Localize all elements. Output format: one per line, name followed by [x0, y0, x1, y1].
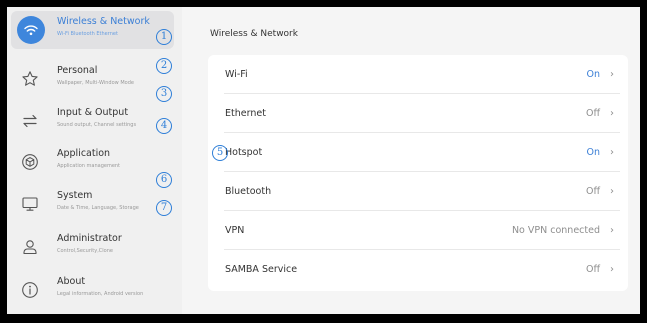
sidebar-item-title: Administrator	[57, 233, 122, 244]
sidebar-item-wireless-network[interactable]: Wireless & Network Wi-Fi Bluetooth Ether…	[11, 11, 174, 49]
row-value: Off	[585, 186, 600, 197]
callout-marker-5: 5	[212, 145, 228, 161]
chevron-right-icon: ›	[610, 69, 614, 80]
settings-row-bluetooth[interactable]: Bluetooth Off ›	[208, 172, 628, 211]
sidebar: Wireless & Network Wi-Fi Bluetooth Ether…	[7, 7, 182, 314]
row-label: Wi-Fi	[225, 69, 248, 80]
swap-arrows-icon	[19, 110, 41, 132]
sidebar-item-personal[interactable]: Personal Wallpaper, Multi-Window Mode	[11, 60, 174, 98]
wifi-icon	[17, 16, 45, 44]
sidebar-item-title: Input & Output	[57, 107, 129, 118]
row-value: Off	[585, 264, 600, 275]
chevron-right-icon: ›	[610, 147, 614, 158]
sidebar-item-title: Personal	[57, 65, 98, 76]
sidebar-item-subtitle: Date & Time, Language, Storage	[57, 205, 139, 211]
chevron-right-icon: ›	[610, 264, 614, 275]
row-label: Ethernet	[225, 108, 266, 119]
callout-marker-4: 4	[156, 118, 172, 134]
settings-row-wifi[interactable]: Wi-Fi On ›	[208, 55, 628, 94]
star-icon	[19, 68, 41, 90]
chevron-right-icon: ›	[610, 186, 614, 197]
settings-screen: Wireless & Network Wi-Fi Bluetooth Ether…	[7, 7, 640, 314]
main-panel: Wireless & Network Wi-Fi On › Ethernet O…	[182, 7, 640, 314]
callout-marker-7: 7	[156, 200, 172, 216]
sidebar-item-subtitle: Legal information, Android version	[57, 291, 144, 297]
sidebar-item-title: Wireless & Network	[57, 16, 150, 27]
chevron-right-icon: ›	[610, 108, 614, 119]
row-label: SAMBA Service	[225, 264, 298, 275]
sidebar-item-subtitle: Sound output, Channel settings	[57, 122, 137, 128]
page-title: Wireless & Network	[210, 29, 298, 39]
sidebar-item-subtitle: Control,Security,Clone	[57, 248, 113, 254]
sidebar-item-administrator[interactable]: Administrator Control,Security,Clone	[11, 228, 174, 266]
callout-marker-6: 6	[156, 172, 172, 188]
settings-row-hotspot[interactable]: Hotspot On ›	[208, 133, 628, 172]
chevron-right-icon: ›	[610, 225, 614, 236]
sidebar-item-title: Application	[57, 148, 111, 159]
row-value: No VPN connected	[511, 225, 600, 236]
row-label: Hotspot	[225, 147, 263, 158]
settings-row-ethernet[interactable]: Ethernet Off ›	[208, 94, 628, 133]
settings-card: Wi-Fi On › Ethernet Off › Hotspot On › B…	[208, 55, 628, 291]
callout-marker-3: 3	[156, 86, 172, 102]
sidebar-item-title: System	[57, 190, 93, 201]
user-icon	[19, 236, 41, 258]
sidebar-item-subtitle: Wallpaper, Multi-Window Mode	[57, 80, 134, 86]
callout-marker-1: 1	[156, 29, 172, 45]
row-value: On	[586, 147, 601, 158]
sidebar-item-subtitle: Application management	[57, 163, 121, 169]
settings-row-samba-service[interactable]: SAMBA Service Off ›	[208, 250, 628, 289]
row-label: VPN	[225, 225, 245, 236]
row-value: Off	[585, 108, 600, 119]
sidebar-item-input-output[interactable]: Input & Output Sound output, Channel set…	[11, 102, 174, 140]
sidebar-item-subtitle: Wi-Fi Bluetooth Ethernet	[57, 31, 118, 37]
monitor-icon	[19, 193, 41, 215]
sidebar-item-about[interactable]: About Legal information, Android version	[11, 271, 174, 309]
settings-row-vpn[interactable]: VPN No VPN connected ›	[208, 211, 628, 250]
callout-marker-2: 2	[156, 58, 172, 74]
row-value: On	[586, 69, 601, 80]
info-icon	[19, 279, 41, 301]
sidebar-item-system[interactable]: System Date & Time, Language, Storage	[11, 185, 174, 223]
sidebar-item-application[interactable]: Application Application management	[11, 143, 174, 181]
sidebar-item-title: About	[57, 276, 86, 287]
row-label: Bluetooth	[225, 186, 272, 197]
cube-icon	[19, 151, 41, 173]
